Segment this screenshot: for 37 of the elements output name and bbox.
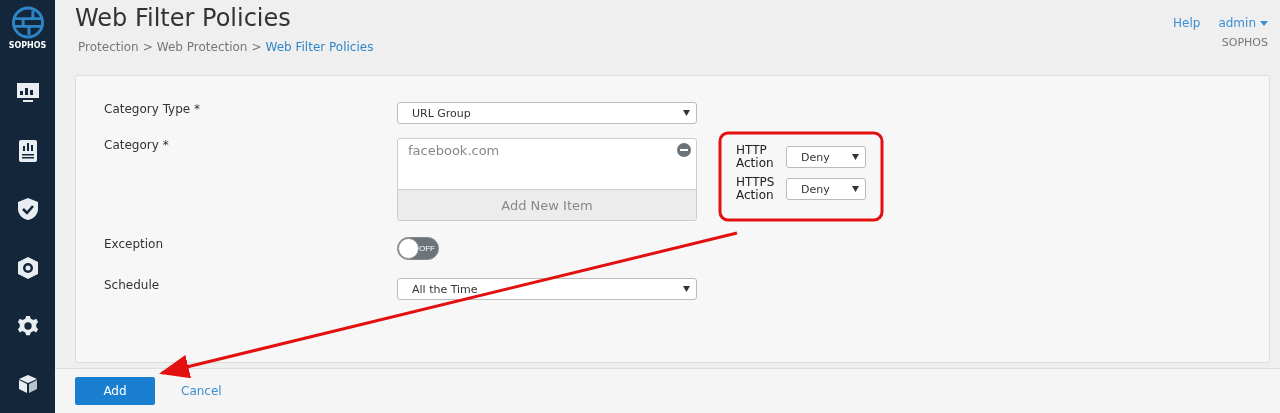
caret-icon <box>852 186 859 192</box>
page-title: Web Filter Policies <box>75 4 292 32</box>
help-link[interactable]: Help <box>1173 16 1201 30</box>
action-label: HTTP Action <box>736 144 775 170</box>
breadcrumb-link[interactable]: Web Protection <box>156 40 248 54</box>
category-type-select[interactable]: URL Group <box>397 102 697 124</box>
breadcrumb-separator: > <box>251 40 262 54</box>
action-label: HTTPS Action <box>736 176 776 202</box>
list-item: facebook.com <box>408 143 500 160</box>
breadcrumb-link[interactable]: Protection <box>78 40 139 54</box>
breadcrumb-separator: > <box>142 40 153 54</box>
caret-icon <box>683 286 690 292</box>
settings-icon <box>16 314 39 337</box>
caret-icon <box>852 154 859 160</box>
cancel-link[interactable]: Cancel <box>181 384 222 398</box>
shield-check-icon <box>17 198 38 221</box>
action-select[interactable]: Deny <box>786 146 866 168</box>
field-label: Category Type * <box>104 102 201 118</box>
field-label: Schedule <box>104 278 161 294</box>
add-item-button[interactable]: Add New Item <box>398 189 696 220</box>
field-label: Exception <box>104 237 165 253</box>
field-label: Category * <box>104 138 170 154</box>
caret-icon <box>1260 20 1268 26</box>
shield-gear-icon <box>17 256 38 279</box>
add-button[interactable]: Add <box>75 377 155 405</box>
remove-icon[interactable] <box>677 143 691 157</box>
breadcrumb-link[interactable]: Web Filter Policies <box>265 40 374 54</box>
action-select[interactable]: Deny <box>786 178 866 200</box>
cube-icon <box>17 373 38 394</box>
brand-name: SOPHOS <box>8 40 47 50</box>
organization-name: SOPHOS <box>1221 36 1268 49</box>
schedule-select[interactable]: All the Time <box>397 278 697 300</box>
report-icon <box>18 140 37 163</box>
user-menu[interactable]: admin <box>1218 16 1268 30</box>
caret-icon <box>683 110 690 116</box>
exception-toggle[interactable]: OFF <box>397 237 439 260</box>
monitor-icon <box>16 83 39 104</box>
